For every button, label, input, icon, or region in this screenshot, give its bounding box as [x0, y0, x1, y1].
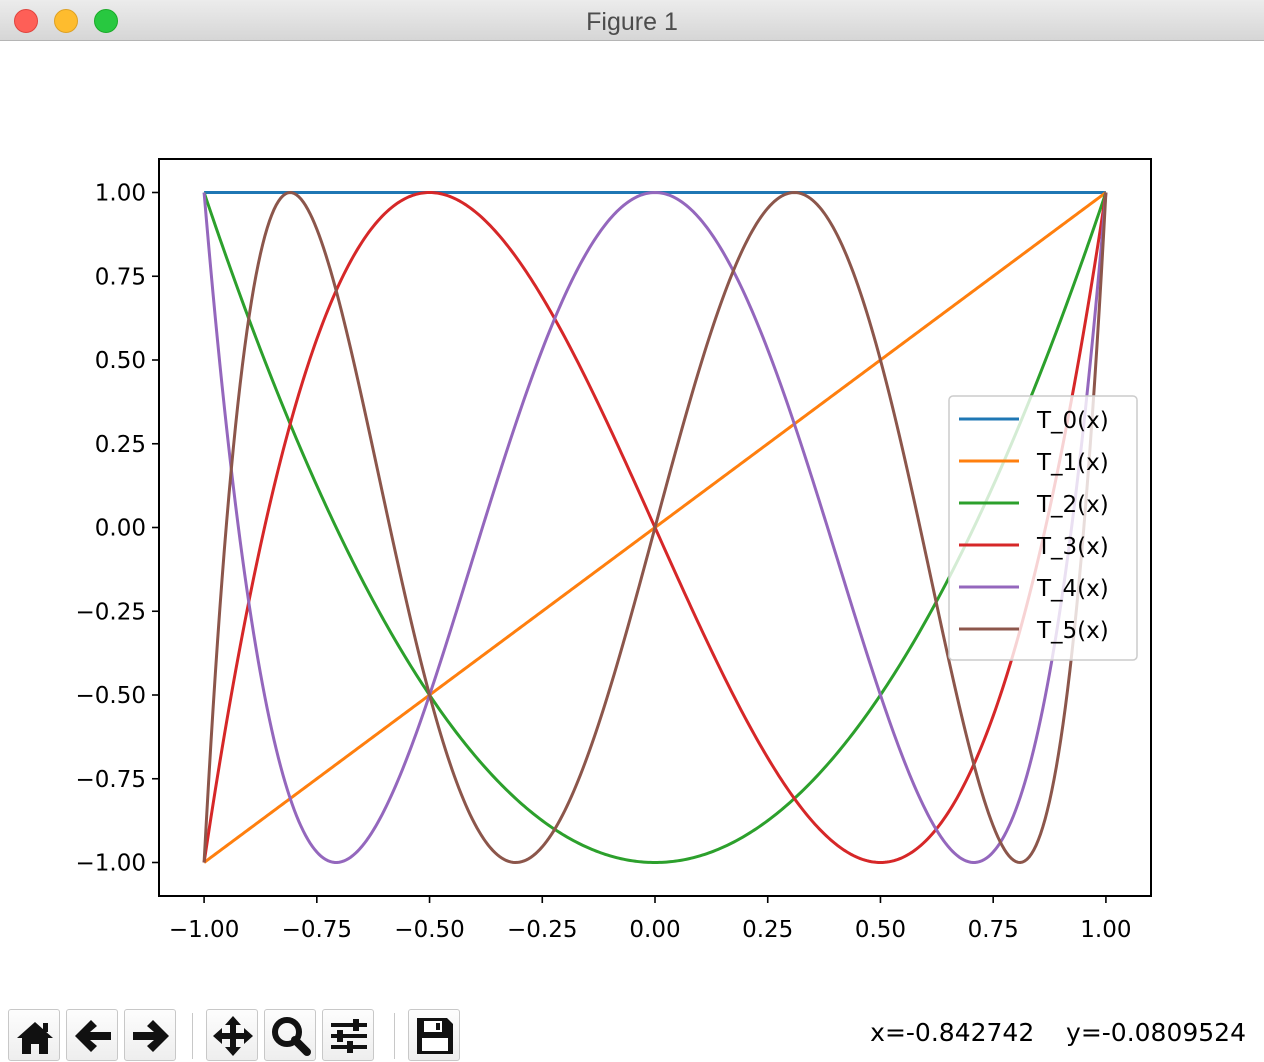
x-tick-label: −0.25	[507, 917, 577, 943]
configure-subplots-icon	[331, 1019, 367, 1053]
legend-label: T_0(x)	[1036, 408, 1109, 434]
window-titlebar: Figure 1	[0, 0, 1264, 41]
legend-label: T_5(x)	[1036, 618, 1109, 644]
y-tick-label: 0.75	[95, 264, 146, 290]
y-tick-label: 0.50	[95, 348, 146, 374]
toolbar-separator	[394, 1013, 395, 1059]
home-button[interactable]	[8, 1009, 60, 1061]
chart: −1.00 −0.75 −0.50 −0.25 0.00 0.25 0.50 0.75 1.00…	[76, 158, 1152, 943]
legend-label: T_4(x)	[1036, 576, 1109, 602]
y-tick-label: −0.75	[76, 767, 146, 793]
x-tick-label: 0.25	[742, 917, 793, 943]
forward-arrow-icon	[133, 1020, 169, 1052]
y-tick-label: −1.00	[76, 851, 146, 877]
save-floppy-icon	[417, 1018, 453, 1054]
zoom-button[interactable]	[264, 1009, 316, 1061]
save-button[interactable]	[408, 1009, 460, 1061]
legend-label: T_1(x)	[1036, 450, 1109, 476]
home-icon	[17, 1022, 53, 1054]
y-tick-label: −0.25	[76, 599, 146, 625]
cursor-coordinates-readout: x=-0.842742 y=-0.0809524	[870, 1018, 1246, 1047]
y-tick-label: 0.25	[95, 432, 146, 458]
y-coordinate-readout: y=-0.0809524	[1066, 1018, 1246, 1047]
x-tick-label: −0.75	[282, 917, 352, 943]
x-tick-label: 0.00	[629, 917, 680, 943]
back-button[interactable]	[66, 1009, 118, 1061]
x-coordinate-readout: x=-0.842742	[870, 1018, 1035, 1047]
toolbar-separator	[192, 1013, 193, 1059]
back-arrow-icon	[75, 1020, 111, 1052]
y-tick-label: 0.00	[95, 516, 146, 542]
x-tick-label: −0.50	[394, 917, 464, 943]
y-tick-label: 1.00	[95, 181, 146, 207]
x-tick-label: −1.00	[169, 917, 239, 943]
configure-subplots-button[interactable]	[322, 1009, 374, 1061]
x-tick-label: 0.50	[855, 917, 906, 943]
x-tick-label: 0.75	[968, 917, 1019, 943]
y-tick-label: −0.50	[76, 683, 146, 709]
pan-move-icon	[213, 1016, 253, 1056]
zoom-magnifier-icon	[272, 1017, 311, 1056]
pan-button[interactable]	[206, 1009, 258, 1061]
x-tick-label: 1.00	[1080, 917, 1131, 943]
window-title: Figure 1	[586, 8, 678, 36]
figure-canvas[interactable]: −1.00 −0.75 −0.50 −0.25 0.00 0.25 0.50 0.75 1.00…	[0, 41, 1264, 1003]
forward-button[interactable]	[124, 1009, 176, 1061]
legend-label: T_2(x)	[1036, 492, 1109, 518]
legend-label: T_3(x)	[1036, 534, 1109, 560]
